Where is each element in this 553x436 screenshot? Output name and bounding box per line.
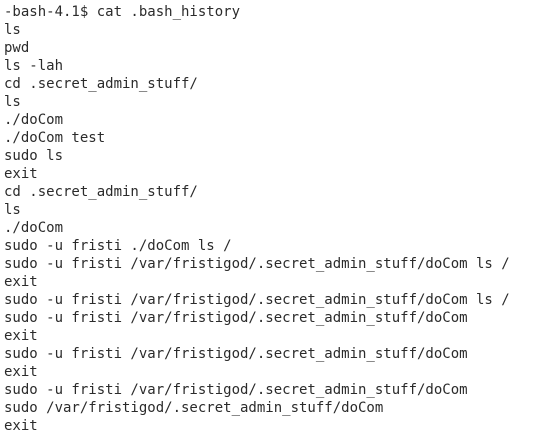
terminal-line: ls	[4, 94, 21, 110]
terminal-line: cd .secret_admin_stuff/	[4, 76, 198, 92]
terminal-line: sudo -u fristi /var/fristigod/.secret_ad…	[4, 346, 468, 362]
terminal-line: ls -lah	[4, 58, 64, 74]
terminal-line: ls	[4, 202, 21, 218]
terminal-line: sudo -u fristi /var/fristigod/.secret_ad…	[4, 292, 510, 308]
terminal-output[interactable]: -bash-4.1$ cat .bash_history ls pwd ls -…	[0, 0, 553, 436]
terminal-line: sudo -u fristi ./doCom ls /	[4, 238, 232, 254]
terminal-line: cd .secret_admin_stuff/	[4, 184, 198, 200]
terminal-line: sudo -u fristi /var/fristigod/.secret_ad…	[4, 382, 468, 398]
terminal-line: exit	[4, 418, 38, 434]
terminal-line: ./doCom	[4, 220, 64, 236]
terminal-line: exit	[4, 364, 38, 380]
terminal-line: pwd	[4, 40, 30, 56]
terminal-line: sudo -u fristi /var/fristigod/.secret_ad…	[4, 256, 510, 272]
terminal-line: exit	[4, 274, 38, 290]
terminal-line: exit	[4, 166, 38, 182]
terminal-prompt-line: -bash-4.1$ cat .bash_history	[4, 4, 241, 20]
terminal-line: exit	[4, 328, 38, 344]
terminal-line: ./doCom	[4, 112, 64, 128]
terminal-line: sudo -u fristi /var/fristigod/.secret_ad…	[4, 310, 468, 326]
terminal-line: ./doCom test	[4, 130, 106, 146]
terminal-line: sudo ls	[4, 148, 64, 164]
terminal-line: ls	[4, 22, 21, 38]
terminal-line: sudo /var/fristigod/.secret_admin_stuff/…	[4, 400, 384, 416]
